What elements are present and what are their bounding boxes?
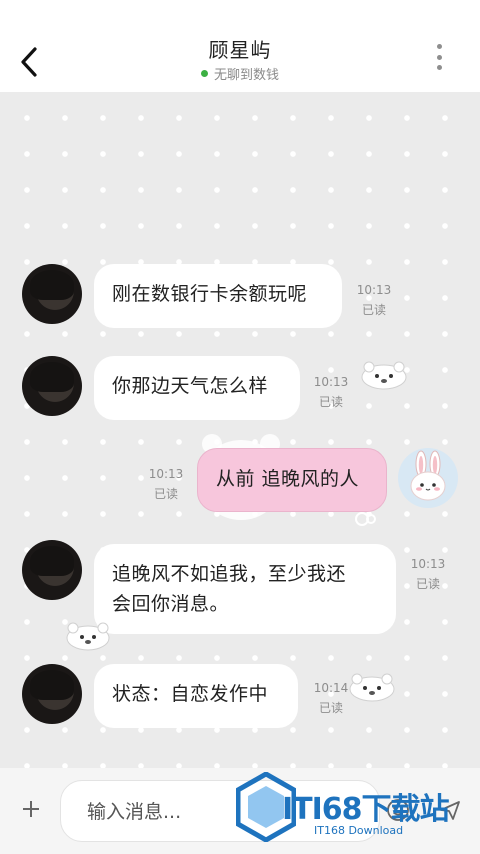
message-bubble[interactable]: 追晚风不如追我，至少我还 会回你消息。 bbox=[94, 544, 396, 634]
message-time: 10:13 bbox=[313, 375, 349, 389]
read-receipt: 已读 bbox=[318, 395, 343, 409]
contact-status: 无聊到数钱 bbox=[0, 64, 480, 83]
message-text: 你那边天气怎么样 bbox=[112, 375, 269, 397]
chat-header: 顾星屿 无聊到数钱 bbox=[0, 0, 480, 92]
bear-sticker-icon bbox=[349, 673, 395, 702]
message-text-line: 追晚风不如追我，至少我还 bbox=[112, 563, 347, 585]
bear-sticker-icon bbox=[66, 622, 110, 651]
plus-icon[interactable] bbox=[20, 798, 42, 820]
message-time: 10:13 bbox=[356, 283, 392, 297]
message-bubble[interactable]: 刚在数银行卡余额玩呢 bbox=[94, 264, 342, 328]
message-text: 刚在数银行卡余额玩呢 bbox=[112, 283, 308, 305]
message-text: 状态：自恋发作中 bbox=[112, 683, 269, 705]
more-options-button[interactable] bbox=[434, 44, 444, 70]
avatar[interactable] bbox=[22, 264, 82, 324]
read-receipt: 已读 bbox=[153, 487, 178, 501]
message-meta: 10:13 已读 bbox=[406, 554, 450, 594]
bear-sticker-icon bbox=[361, 361, 407, 390]
read-receipt: 已读 bbox=[361, 303, 386, 317]
swirl-sticker-icon bbox=[355, 512, 376, 526]
watermark: ITI68下载站 IT168 Download bbox=[236, 768, 476, 848]
message-time: 10:13 bbox=[410, 557, 446, 571]
avatar[interactable] bbox=[22, 664, 82, 724]
watermark-subtext: IT168 Download bbox=[314, 824, 404, 837]
bunny-icon bbox=[410, 450, 446, 501]
message-time: 10:13 bbox=[148, 467, 184, 481]
avatar[interactable] bbox=[22, 356, 82, 416]
read-receipt: 已读 bbox=[415, 577, 440, 591]
message-meta: 10:13 已读 bbox=[308, 372, 354, 412]
my-avatar[interactable] bbox=[398, 448, 458, 508]
message-bubble[interactable]: 你那边天气怎么样 bbox=[94, 356, 300, 420]
avatar[interactable] bbox=[22, 540, 82, 600]
message-meta: 10:13 已读 bbox=[144, 464, 188, 504]
message-bubble-mine[interactable]: 从前 追晚风的人 bbox=[197, 448, 387, 512]
message-text: 从前 追晚风的人 bbox=[216, 468, 360, 490]
message-list[interactable]: 刚在数银行卡余额玩呢 10:13 已读 你那边天气怎么样 10:13 已读 10… bbox=[0, 92, 480, 768]
watermark-text: ITI68下载站 bbox=[282, 792, 450, 827]
message-bubble[interactable]: 状态：自恋发作中 bbox=[94, 664, 298, 728]
contact-name: 顾星屿 bbox=[208, 38, 272, 62]
more-vertical-icon bbox=[436, 44, 442, 49]
online-status-dot bbox=[200, 70, 208, 77]
status-text: 无聊到数钱 bbox=[213, 68, 279, 83]
message-text-line: 会回你消息。 bbox=[112, 593, 230, 615]
message-meta: 10:13 已读 bbox=[352, 280, 396, 320]
